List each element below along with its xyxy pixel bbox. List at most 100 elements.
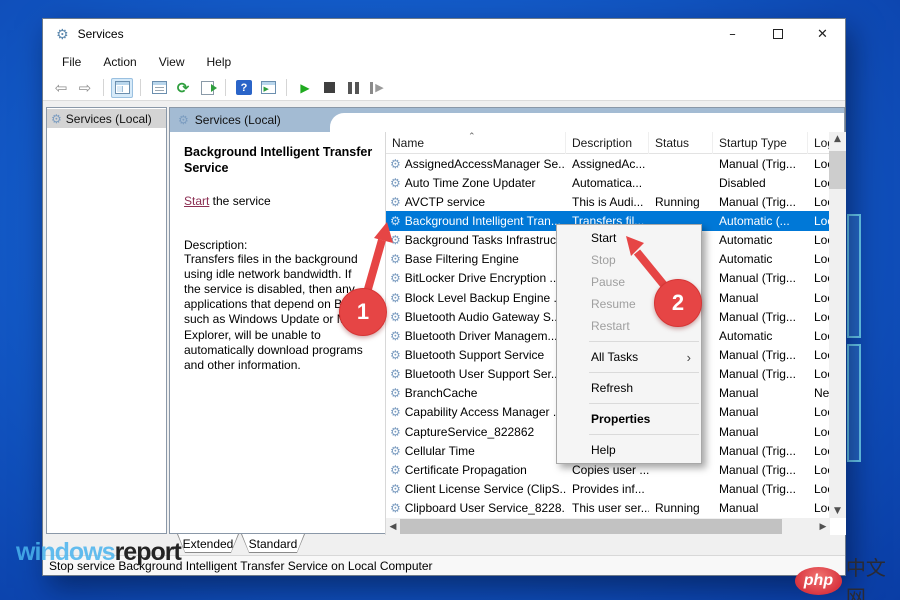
context-menu-item-all-tasks[interactable]: All Tasks› bbox=[557, 346, 701, 368]
service-cell: Loc bbox=[808, 405, 830, 419]
service-cell: Manual (Trig... bbox=[713, 482, 808, 496]
table-row[interactable]: ⚙Clipboard User Service_8228...This user… bbox=[386, 499, 830, 518]
vertical-scroll-thumb[interactable] bbox=[829, 151, 846, 189]
column-header-description[interactable]: Description bbox=[566, 132, 649, 154]
service-name: Bluetooth Audio Gateway S... bbox=[405, 310, 561, 324]
service-gear-icon: ⚙ bbox=[390, 271, 401, 285]
service-name-cell: ⚙Bluetooth Driver Managem... bbox=[386, 329, 566, 343]
refresh-button[interactable]: ⟳ bbox=[172, 78, 194, 98]
horizontal-scroll-thumb[interactable] bbox=[400, 519, 782, 534]
minimize-button[interactable]: – bbox=[710, 19, 755, 49]
service-cell: Running bbox=[649, 195, 713, 209]
show-console-tree-button[interactable] bbox=[111, 78, 133, 98]
service-name: Capability Access Manager ... bbox=[405, 405, 563, 419]
tree-item-services-local[interactable]: ⚙ Services (Local) bbox=[47, 109, 166, 128]
service-cell: Loc bbox=[808, 252, 830, 266]
service-name: AVCTP service bbox=[405, 195, 485, 209]
window-title: Services bbox=[78, 27, 124, 41]
service-gear-icon: ⚙ bbox=[390, 367, 401, 381]
console-tree-icon bbox=[115, 81, 130, 94]
service-cell: Manual bbox=[713, 291, 808, 305]
maximize-icon bbox=[773, 29, 783, 39]
pane-header-strip: ⚙ Services (Local) bbox=[170, 108, 844, 132]
service-gear-icon: ⚙ bbox=[390, 214, 401, 228]
stop-service-button[interactable] bbox=[318, 78, 340, 98]
service-cell: Manual (Trig... bbox=[713, 348, 808, 362]
export-list-button[interactable] bbox=[196, 78, 218, 98]
help-button[interactable]: ? bbox=[233, 78, 255, 98]
context-menu-item-refresh[interactable]: Refresh bbox=[557, 377, 701, 399]
vertical-scrollbar[interactable]: ▲ ▼ bbox=[829, 132, 846, 518]
service-gear-icon: ⚙ bbox=[390, 310, 401, 324]
service-cell: Disabled bbox=[713, 176, 808, 190]
properties-button[interactable] bbox=[148, 78, 170, 98]
annotation-step-1: 1 bbox=[339, 288, 387, 336]
scroll-down-icon[interactable]: ▼ bbox=[829, 506, 846, 516]
menu-file[interactable]: File bbox=[62, 55, 81, 69]
column-header-status[interactable]: Status bbox=[649, 132, 713, 154]
column-header-name[interactable]: Name bbox=[386, 132, 566, 154]
service-cell: Loc bbox=[808, 367, 830, 381]
start-service-button[interactable]: ▶ bbox=[294, 78, 316, 98]
service-cell: Loc bbox=[808, 444, 830, 458]
service-cell: Loca bbox=[808, 214, 830, 228]
pause-service-button[interactable] bbox=[342, 78, 364, 98]
context-menu-separator bbox=[589, 372, 699, 373]
context-menu-item-start[interactable]: Start bbox=[557, 227, 701, 249]
context-menu-separator bbox=[589, 403, 699, 404]
context-menu-item-properties[interactable]: Properties bbox=[557, 408, 701, 430]
tab-standard[interactable]: Standard bbox=[241, 534, 305, 553]
back-button[interactable]: ⇦ bbox=[50, 78, 72, 98]
menu-action[interactable]: Action bbox=[103, 55, 136, 69]
title-bar[interactable]: ⚙ Services – ✕ bbox=[43, 19, 845, 49]
service-name-cell: ⚙Background Intelligent Tran... bbox=[386, 214, 566, 228]
service-gear-icon: ⚙ bbox=[390, 405, 401, 419]
service-cell: Loc bbox=[808, 463, 830, 477]
refresh-icon: ⟳ bbox=[177, 79, 190, 97]
pane-header-label: Services (Local) bbox=[195, 113, 281, 127]
close-button[interactable]: ✕ bbox=[800, 19, 845, 49]
service-name-cell: ⚙Certificate Propagation bbox=[386, 463, 566, 477]
service-name-cell: ⚙Clipboard User Service_8228... bbox=[386, 501, 566, 515]
table-row[interactable]: ⚙AssignedAccessManager Se...AssignedAc..… bbox=[386, 154, 830, 173]
menu-view[interactable]: View bbox=[159, 55, 185, 69]
toolbar-separator bbox=[225, 79, 226, 96]
horizontal-scrollbar[interactable]: ◀ ▶ bbox=[386, 518, 830, 535]
service-cell: Manual (Trig... bbox=[713, 444, 808, 458]
service-gear-icon: ⚙ bbox=[390, 291, 401, 305]
tab-extended[interactable]: Extended bbox=[177, 534, 239, 553]
watermark-text-blue: windows bbox=[16, 538, 115, 566]
properties-icon bbox=[152, 81, 167, 94]
service-cell: This is Audi... bbox=[566, 195, 649, 209]
service-cell: Automatica... bbox=[566, 176, 649, 190]
back-icon: ⇦ bbox=[55, 79, 68, 97]
service-name: Certificate Propagation bbox=[405, 463, 527, 477]
show-action-pane-button[interactable] bbox=[257, 78, 279, 98]
maximize-button[interactable] bbox=[755, 19, 800, 49]
service-name: CaptureService_822862 bbox=[405, 425, 534, 439]
menu-help[interactable]: Help bbox=[207, 55, 232, 69]
context-menu-item-help[interactable]: Help bbox=[557, 439, 701, 461]
scroll-right-icon[interactable]: ▶ bbox=[816, 522, 830, 532]
service-cell: Manual (Trig... bbox=[713, 367, 808, 381]
column-header-log[interactable]: Log bbox=[808, 132, 830, 154]
wallpaper-logo-fragment bbox=[847, 214, 861, 338]
service-name-cell: ⚙ CaptureService_822862 bbox=[386, 425, 566, 439]
service-name: Bluetooth Driver Managem... bbox=[405, 329, 558, 343]
help-icon: ? bbox=[236, 80, 252, 95]
restart-service-button[interactable]: ▶ bbox=[366, 78, 388, 98]
scroll-up-icon[interactable]: ▲ bbox=[829, 134, 846, 144]
table-row[interactable]: ⚙Client License Service (ClipS...Provide… bbox=[386, 479, 830, 498]
start-service-link[interactable]: Start bbox=[184, 194, 209, 208]
windowsreport-watermark: windowsreport bbox=[16, 538, 181, 567]
services-window: ⚙ Services – ✕ FileActionViewHelp ⇦ ⇨ ⟳ … bbox=[42, 18, 846, 576]
column-header-startup-type[interactable]: Startup Type bbox=[713, 132, 808, 154]
service-gear-icon: ⚙ bbox=[390, 252, 401, 266]
table-row[interactable]: ⚙Auto Time Zone UpdaterAutomatica...Disa… bbox=[386, 173, 830, 192]
service-name-cell: ⚙Bluetooth User Support Ser... bbox=[386, 367, 566, 381]
forward-button[interactable]: ⇨ bbox=[74, 78, 96, 98]
service-cell: Automatic bbox=[713, 329, 808, 343]
table-row[interactable]: ⚙AVCTP serviceThis is Audi...RunningManu… bbox=[386, 192, 830, 211]
scroll-left-icon[interactable]: ◀ bbox=[386, 522, 400, 532]
service-gear-icon: ⚙ bbox=[390, 425, 401, 439]
